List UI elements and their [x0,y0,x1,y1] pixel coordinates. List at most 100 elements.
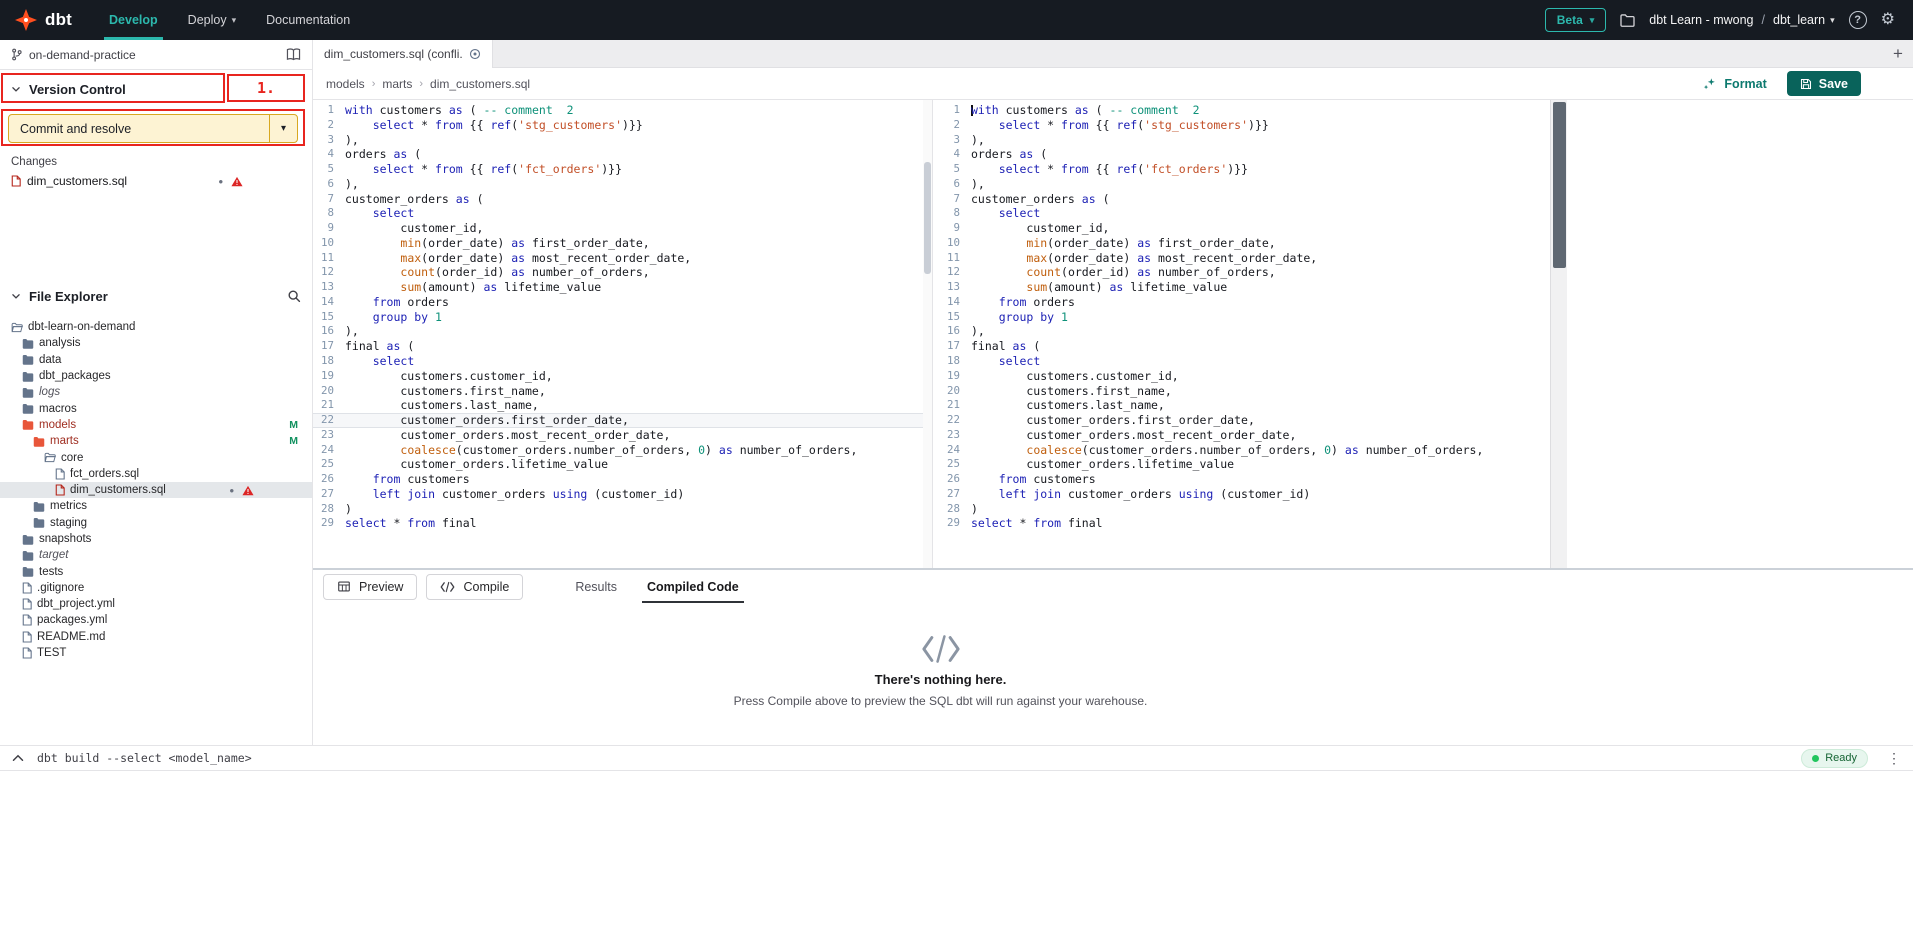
file-tree-item[interactable]: macros [0,400,312,416]
code-line[interactable]: 11 max(order_date) as most_recent_order_… [313,251,932,266]
command-input[interactable]: dbt build --select <model_name> [37,751,252,765]
code-line[interactable]: 3), [939,133,1567,148]
file-tree-item[interactable]: data [0,352,312,368]
file-tree-item[interactable]: dbt_project.yml [0,596,312,612]
file-tree-item[interactable]: tests [0,563,312,579]
scrollbar-thumb[interactable] [1553,102,1566,268]
file-tree-item[interactable]: dbt-learn-on-demand [0,319,312,335]
file-tree-item[interactable]: TEST [0,645,312,661]
code-line[interactable]: 4orders as ( [939,147,1567,162]
code-line[interactable]: 2 select * from {{ ref('stg_customers')}… [313,118,932,133]
code-line[interactable]: 18 select [313,354,932,369]
file-tree-item[interactable]: martsM [0,433,312,449]
docs-book-icon[interactable] [286,48,301,61]
code-line[interactable]: 17final as ( [313,339,932,354]
code-line[interactable]: 5 select * from {{ ref('fct_orders')}} [939,162,1567,177]
code-line[interactable]: 13 sum(amount) as lifetime_value [939,280,1567,295]
commit-and-resolve-button[interactable]: Commit and resolve ▾ [8,114,298,143]
file-tree-item[interactable]: target [0,547,312,563]
code-line[interactable]: 8 select [313,206,932,221]
code-line[interactable]: 7customer_orders as ( [313,192,932,207]
compile-button[interactable]: Compile [426,574,523,600]
scrollbar-thumb[interactable] [924,162,931,274]
nav-item-deploy[interactable]: Deploy▾ [173,0,251,40]
code-line[interactable]: 27 left join customer_orders using (cust… [313,487,932,502]
code-line[interactable]: 13 sum(amount) as lifetime_value [313,280,932,295]
code-line[interactable]: 4orders as ( [313,147,932,162]
code-line[interactable]: 23 customer_orders.most_recent_order_dat… [939,428,1567,443]
left-editor-scrollbar[interactable] [923,100,932,568]
account-name[interactable]: dbt Learn - mwong [1649,13,1753,27]
file-tree-item[interactable]: core [0,449,312,465]
file-tree-item[interactable]: packages.yml [0,612,312,628]
file-tree-item[interactable]: modelsM [0,417,312,433]
editor-pane-left[interactable]: 1with customers as ( -- comment 22 selec… [313,100,933,568]
editor-pane-right[interactable]: 1with customers as ( -- comment 22 selec… [939,100,1567,568]
file-tree-item[interactable]: staging [0,515,312,531]
format-button[interactable]: Format [1703,77,1766,91]
code-line[interactable]: 27 left join customer_orders using (cust… [939,487,1567,502]
code-line[interactable]: 5 select * from {{ ref('fct_orders')}} [313,162,932,177]
settings-gear-icon[interactable]: ⚙ [1881,12,1895,28]
code-line[interactable]: 18 select [939,354,1567,369]
tab-compiled-code[interactable]: Compiled Code [632,570,754,603]
code-line[interactable]: 26 from customers [313,472,932,487]
file-tree-item[interactable]: logs [0,384,312,400]
code-line[interactable]: 9 customer_id, [939,221,1567,236]
code-line[interactable]: 20 customers.first_name, [939,384,1567,399]
file-tree-item[interactable]: .gitignore [0,580,312,596]
code-line[interactable]: 16), [939,324,1567,339]
code-line[interactable]: 10 min(order_date) as first_order_date, [939,236,1567,251]
code-line[interactable]: 10 min(order_date) as first_order_date, [313,236,932,251]
nav-item-develop[interactable]: Develop [94,0,173,40]
code-line[interactable]: 25 customer_orders.lifetime_value [939,457,1567,472]
code-line[interactable]: 2 select * from {{ ref('stg_customers')}… [939,118,1567,133]
changed-file-item[interactable]: dim_customers.sql• [0,172,312,190]
nav-item-documentation[interactable]: Documentation [251,0,365,40]
right-editor-scrollbar[interactable] [1550,100,1567,568]
save-button[interactable]: Save [1787,71,1861,96]
tab-results[interactable]: Results [560,570,632,603]
editor-tab[interactable]: dim_customers.sql (confli... [313,40,493,68]
commit-dropdown-caret[interactable]: ▾ [269,115,297,142]
beta-dropdown[interactable]: Beta▾ [1545,8,1607,32]
code-line[interactable]: 22 customer_orders.first_order_date, [939,413,1567,428]
file-tree-item[interactable]: fct_orders.sql [0,466,312,482]
file-tree-item[interactable]: dim_customers.sql• [0,482,312,498]
code-line[interactable]: 14 from orders [313,295,932,310]
file-tree-item[interactable]: README.md [0,629,312,645]
code-line[interactable]: 14 from orders [939,295,1567,310]
code-line[interactable]: 21 customers.last_name, [313,398,932,413]
code-line[interactable]: 16), [313,324,932,339]
code-line[interactable]: 24 coalesce(customer_orders.number_of_or… [313,443,932,458]
file-tree-item[interactable]: dbt_packages [0,368,312,384]
code-line[interactable]: 9 customer_id, [313,221,932,236]
code-line[interactable]: 24 coalesce(customer_orders.number_of_or… [939,443,1567,458]
code-line[interactable]: 15 group by 1 [313,310,932,325]
kebab-menu-icon[interactable]: ⋮ [1887,750,1901,767]
code-line[interactable]: 12 count(order_id) as number_of_orders, [939,265,1567,280]
preview-button[interactable]: Preview [323,574,417,600]
code-line[interactable]: 17final as ( [939,339,1567,354]
code-line[interactable]: 29select * from final [939,516,1567,531]
code-line[interactable]: 19 customers.customer_id, [939,369,1567,384]
code-line[interactable]: 15 group by 1 [939,310,1567,325]
chevron-up-icon[interactable] [12,754,24,762]
code-line[interactable]: 21 customers.last_name, [939,398,1567,413]
code-line[interactable]: 6), [939,177,1567,192]
code-line[interactable]: 22 customer_orders.first_order_date, [313,413,932,428]
code-line[interactable]: 6), [313,177,932,192]
breadcrumb-item[interactable]: marts [382,77,412,91]
file-tree-item[interactable]: analysis [0,335,312,351]
code-line[interactable]: 11 max(order_date) as most_recent_order_… [939,251,1567,266]
new-tab-button[interactable]: + [1883,40,1913,67]
code-line[interactable]: 19 customers.customer_id, [313,369,932,384]
code-line[interactable]: 8 select [939,206,1567,221]
code-line[interactable]: 7customer_orders as ( [939,192,1567,207]
project-dropdown[interactable]: dbt_learn▾ [1773,13,1835,27]
version-control-header[interactable]: Version Control [0,75,312,103]
code-line[interactable]: 3), [313,133,932,148]
code-line[interactable]: 12 count(order_id) as number_of_orders, [313,265,932,280]
file-explorer-header[interactable]: File Explorer [0,282,312,310]
code-line[interactable]: 28) [939,502,1567,517]
